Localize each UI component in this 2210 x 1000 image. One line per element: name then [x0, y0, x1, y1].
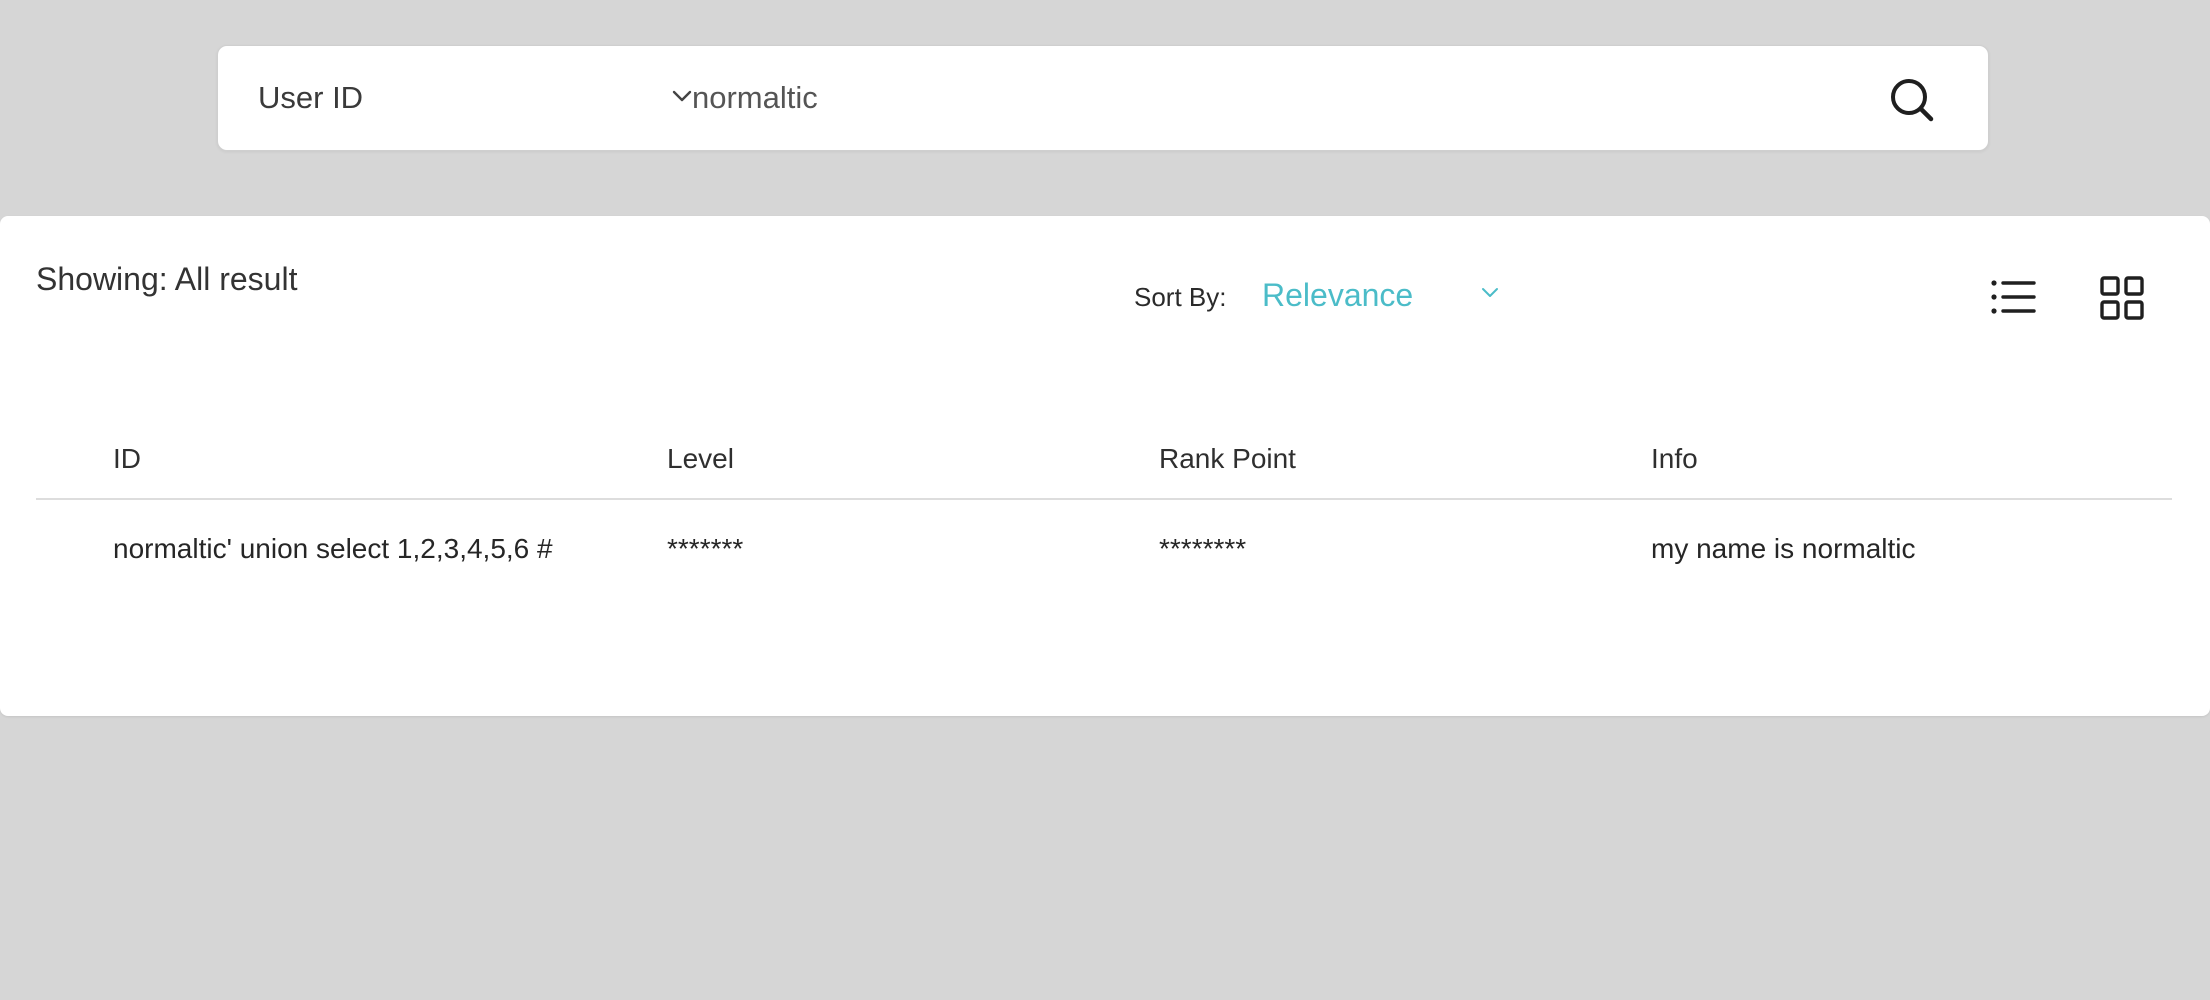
results-showing-text: Showing: All result — [36, 261, 298, 297]
column-header-id[interactable]: ID — [113, 444, 141, 474]
search-icon — [1891, 79, 1934, 122]
results-panel: Showing: All result Sort By: Relevance I… — [0, 216, 2210, 716]
list-view-icon — [1991, 280, 2036, 314]
table-header: ID Level Rank Point Info — [36, 428, 2172, 500]
search-input[interactable] — [692, 72, 1792, 124]
grid-view-button[interactable] — [2100, 276, 2144, 320]
search-field-label: User ID — [258, 80, 364, 115]
column-header-level[interactable]: Level — [667, 444, 734, 474]
results-table: ID Level Rank Point Info normaltic' unio… — [36, 428, 2172, 600]
table-row[interactable]: normaltic' union select 1,2,3,4,5,6 # **… — [36, 500, 2172, 600]
sort-select[interactable]: Relevance — [1262, 272, 1512, 318]
chevron-down-icon — [672, 90, 692, 102]
search-button[interactable] — [1888, 76, 1938, 126]
list-view-button[interactable] — [1990, 278, 2036, 316]
column-header-info[interactable]: Info — [1651, 444, 1698, 474]
column-header-rank-point[interactable]: Rank Point — [1159, 444, 1296, 474]
chevron-down-icon — [1482, 288, 1498, 297]
search-field-select[interactable]: User ID — [258, 46, 692, 150]
search-bar: User ID — [217, 45, 1989, 151]
cell-level: ******* — [667, 533, 744, 564]
cell-id: normaltic' union select 1,2,3,4,5,6 # — [113, 533, 553, 564]
sort-label: Sort By: — [1134, 282, 1227, 312]
sort-value: Relevance — [1262, 277, 1414, 313]
grid-view-icon — [2100, 276, 2144, 320]
cell-info: my name is normaltic — [1651, 533, 1916, 564]
cell-rank-point: ******** — [1159, 533, 1247, 564]
